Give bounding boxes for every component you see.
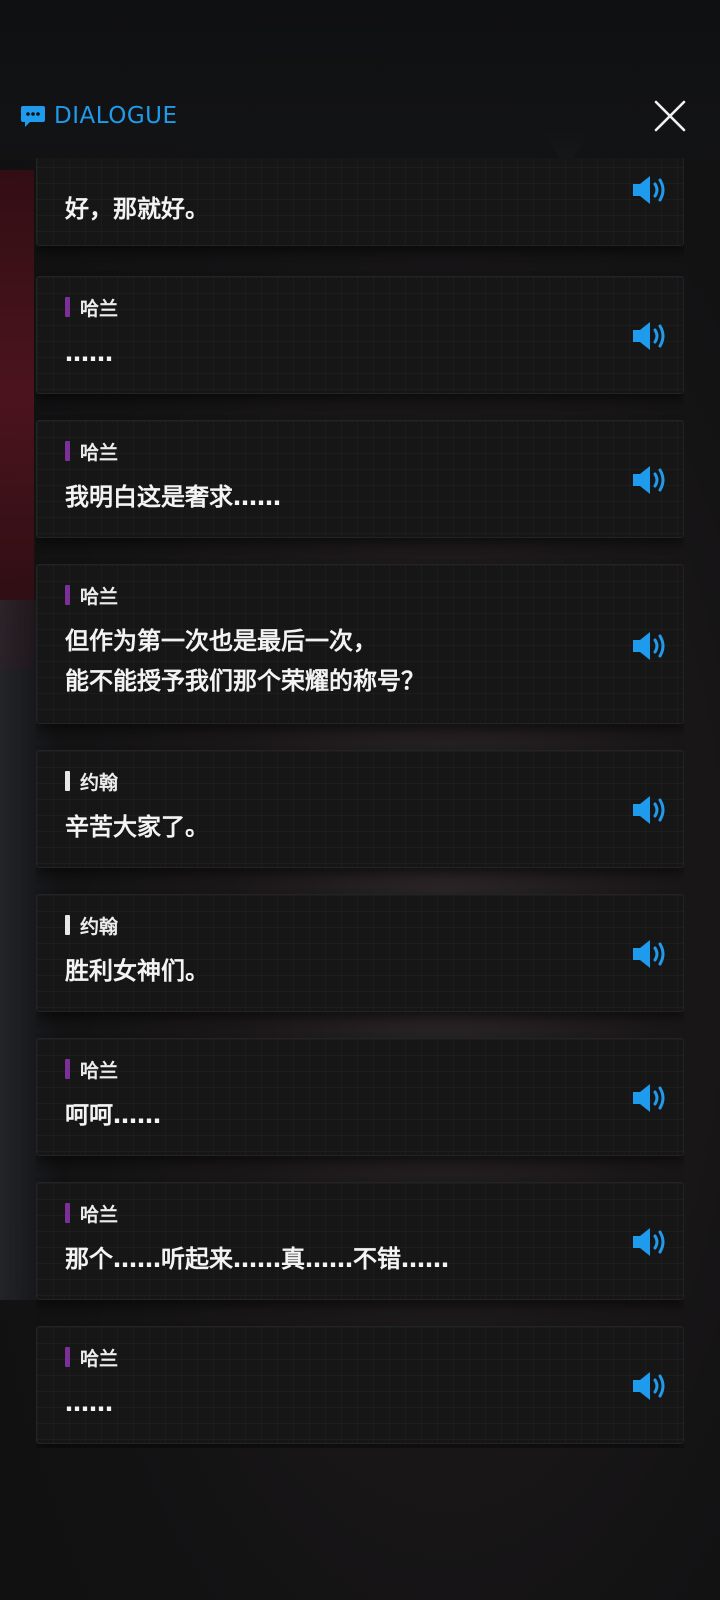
close-button[interactable] [652,98,688,134]
dialogue-entry: 好，那就好。 [36,158,684,246]
speaker-name: 哈兰 [80,1203,119,1226]
speaker-icon [633,632,665,660]
dialogue-text: 呵呵…… [65,1101,161,1129]
speaker-tag: 约翰 [65,769,119,794]
dialogue-entry: 约翰 胜利女神们。 [36,894,684,1012]
speaker-tag: 哈兰 [65,1201,119,1226]
speaker-name: 约翰 [80,915,119,938]
voice-play-button[interactable] [631,1081,671,1115]
speaker-color-bar [65,915,70,935]
chat-bubble-icon [21,106,45,127]
speaker-name: 哈兰 [80,441,119,464]
speaker-tag: 哈兰 [65,1345,119,1370]
dialogue-text: 辛苦大家了。 [65,813,209,841]
dialogue-entry: 哈兰 但作为第一次也是最后一次， 能不能授予我们那个荣耀的称号？ [36,564,684,724]
speaker-icon [633,322,665,350]
speaker-tag: 哈兰 [65,439,119,464]
speaker-color-bar [65,441,70,461]
speaker-icon [633,1228,665,1256]
speaker-icon [633,466,665,494]
dialogue-entry: 哈兰 …… [36,1326,684,1444]
voice-play-button[interactable] [631,1225,671,1259]
speaker-tag: 哈兰 [65,295,119,320]
voice-play-button[interactable] [631,937,671,971]
voice-play-button[interactable] [631,1369,671,1403]
speaker-icon [633,1372,665,1400]
dialogue-text: 我明白这是奢求…… [65,483,281,511]
dialogue-log-screen: DIALOGUE 好，那就好。 哈兰 …… 哈兰 我明白这是奢求…… 哈兰 但作… [0,0,720,1600]
speaker-color-bar [65,585,70,605]
speaker-color-bar [65,297,70,317]
speaker-color-bar [65,1059,70,1079]
speaker-name: 哈兰 [80,1059,119,1082]
close-icon [654,100,686,132]
voice-play-button[interactable] [631,173,671,207]
speaker-icon [633,176,665,204]
speaker-icon [633,796,665,824]
dialogue-text: 但作为第一次也是最后一次， 能不能授予我们那个荣耀的称号？ [65,627,425,695]
speaker-icon [633,940,665,968]
speaker-color-bar [65,1203,70,1223]
dialogue-text: …… [65,1389,113,1417]
voice-play-button[interactable] [631,793,671,827]
dialogue-text: …… [65,339,113,367]
speaker-tag: 哈兰 [65,1057,119,1082]
speaker-tag: 约翰 [65,913,119,938]
header: DIALOGUE [0,0,720,160]
voice-play-button[interactable] [631,319,671,353]
dialogue-title: DIALOGUE [54,103,178,129]
dialogue-entry: 哈兰 呵呵…… [36,1038,684,1156]
speaker-name: 哈兰 [80,297,119,320]
dialogue-list[interactable]: 好，那就好。 哈兰 …… 哈兰 我明白这是奢求…… 哈兰 但作为第一次也是最后一… [36,158,684,1448]
header-title: DIALOGUE [20,100,178,132]
speaker-color-bar [65,1347,70,1367]
dialogue-entry: 约翰 辛苦大家了。 [36,750,684,868]
background-art-red [0,170,34,670]
speaker-color-bar [65,771,70,791]
voice-play-button[interactable] [631,629,671,663]
speaker-tag: 哈兰 [65,583,119,608]
speaker-name: 哈兰 [80,1347,119,1370]
dialogue-entry: 哈兰 我明白这是奢求…… [36,420,684,538]
dialogue-text: 那个……听起来……真……不错…… [65,1245,449,1273]
dialogue-text: 好，那就好。 [65,195,209,223]
dialogue-text: 胜利女神们。 [65,957,209,985]
dialogue-entry: 哈兰 …… [36,276,684,394]
voice-play-button[interactable] [631,463,671,497]
dialogue-entry: 哈兰 那个……听起来……真……不错…… [36,1182,684,1300]
speaker-name: 哈兰 [80,585,119,608]
speaker-icon [633,1084,665,1112]
speaker-name: 约翰 [80,771,119,794]
